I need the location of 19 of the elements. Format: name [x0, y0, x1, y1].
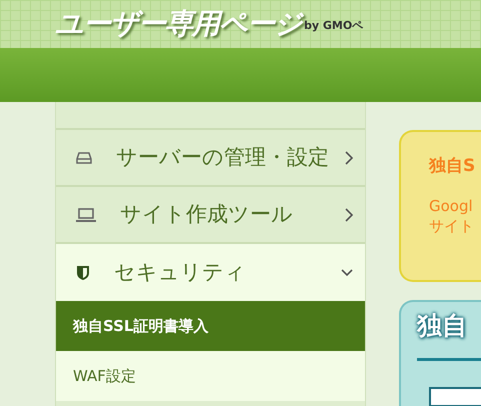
notice-title: 独自S: [429, 155, 476, 178]
notice-text: Googl: [429, 196, 474, 216]
chevron-right-icon: [345, 208, 353, 222]
laptop-icon: [76, 208, 96, 222]
panel-title: 独自: [417, 312, 468, 340]
server-icon: [76, 150, 92, 164]
menu-item[interactable]: サーバーの管理・設定: [56, 130, 365, 187]
submenu-item[interactable]: WAF設定: [56, 351, 365, 401]
site-logo: ユーザー専用ページ: [55, 6, 302, 42]
menu-item[interactable]: セキュリティ: [56, 244, 365, 301]
chevron-down-icon: [341, 268, 353, 276]
byline-text: by GMOペ: [304, 18, 364, 34]
chevron-right-icon: [345, 150, 353, 164]
shield-icon: [76, 264, 90, 280]
menu-label: サイト作成ツール: [120, 200, 294, 228]
submenu-item[interactable]: 独自SSL証明書導入: [56, 301, 365, 351]
notice-text: サイト: [429, 216, 475, 236]
menu-label: サーバーの管理・設定: [116, 144, 330, 171]
menu-label: セキュリティ: [114, 258, 247, 286]
